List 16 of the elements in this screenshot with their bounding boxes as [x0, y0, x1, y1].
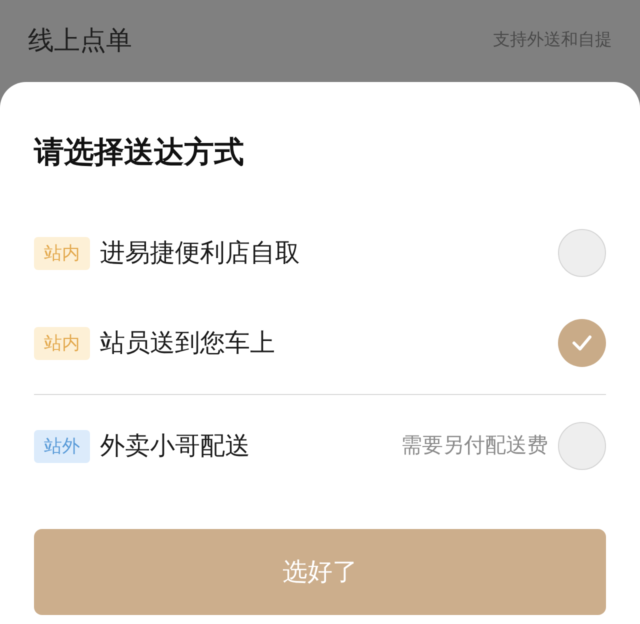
radio-button[interactable]	[558, 319, 606, 367]
sheet-title: 请选择送达方式	[34, 138, 245, 168]
option-note: 需要另付配送费	[401, 432, 548, 460]
option-label: 站员送到您车上	[100, 327, 275, 360]
radio-button[interactable]	[558, 422, 606, 470]
location-tag: 站内	[34, 326, 90, 360]
location-tag: 站内	[34, 236, 90, 270]
location-tag: 站外	[34, 430, 90, 462]
page-title: 线上点单	[28, 24, 132, 58]
delivery-option[interactable]: 站外 外卖小哥配送 需要另付配送费	[34, 401, 606, 491]
radio-button[interactable]	[558, 229, 606, 277]
option-label: 外卖小哥配送	[100, 430, 250, 462]
checkmark-icon	[571, 334, 593, 352]
delivery-option[interactable]: 站内 站员送到您车上	[34, 298, 606, 388]
option-label: 进易捷便利店自取	[100, 237, 300, 270]
delivery-option[interactable]: 站内 进易捷便利店自取	[34, 208, 606, 298]
